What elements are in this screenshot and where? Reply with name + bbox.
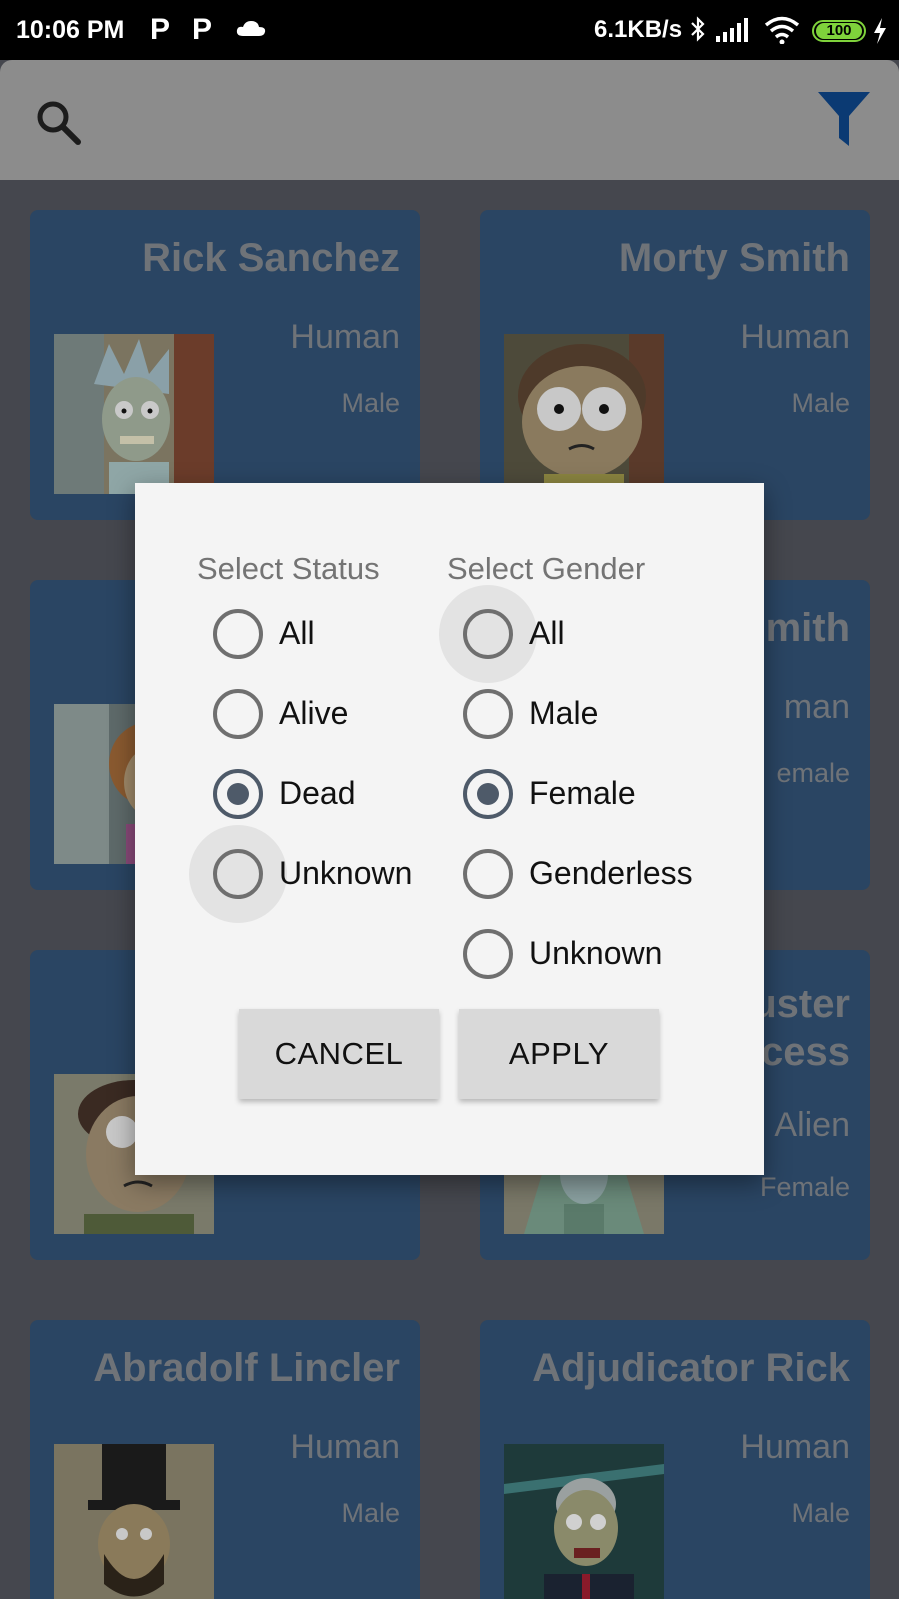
search-icon[interactable] <box>34 98 82 146</box>
radio-button[interactable] <box>213 689 263 739</box>
charging-icon <box>874 18 886 44</box>
cancel-button[interactable]: CANCEL <box>239 1009 439 1099</box>
lincler-portrait <box>54 1444 214 1599</box>
radio-dot <box>477 783 499 805</box>
morty-portrait <box>504 334 664 494</box>
wifi-icon <box>764 16 800 44</box>
filter-icon[interactable] <box>818 92 870 146</box>
radio-button[interactable] <box>463 689 513 739</box>
gender-title: Select Gender <box>447 551 646 586</box>
gender-option-unknown[interactable]: Unknown <box>463 925 713 985</box>
rick-portrait <box>54 334 214 494</box>
radio-button[interactable] <box>463 609 513 659</box>
character-name: Morty Smith <box>618 236 850 280</box>
radio-label: Female <box>529 775 636 811</box>
radio-label: Unknown <box>279 855 413 891</box>
character-name: Abradolf Lincler <box>93 1346 400 1390</box>
character-gender: emale <box>776 758 850 788</box>
radio-button-checked[interactable] <box>463 769 513 819</box>
status-title: Select Status <box>197 551 380 586</box>
radio-button[interactable] <box>463 849 513 899</box>
status-time: 10:06 PM <box>16 16 125 44</box>
character-species: man <box>783 688 850 726</box>
gender-option-all[interactable]: All <box>439 585 713 683</box>
character-species: Human <box>290 318 400 356</box>
radio-label: All <box>279 615 315 651</box>
character-card[interactable]: Morty Smith Human Male <box>480 210 870 520</box>
status-option-unknown[interactable]: Unknown <box>189 825 463 923</box>
battery-icon: 100 <box>812 20 866 42</box>
bluetooth-icon <box>691 16 705 42</box>
radio-label: Male <box>529 695 599 731</box>
character-name: Adjudicator Rick <box>532 1346 850 1390</box>
character-gender: Male <box>341 388 400 418</box>
character-gender: Male <box>791 388 850 418</box>
radio-button[interactable] <box>213 849 263 899</box>
radio-label: Dead <box>279 775 356 811</box>
parking-notification-icon: P <box>192 13 213 46</box>
status-option-all[interactable]: All <box>213 605 463 665</box>
status-bar: 10:06 PM P P 6.1KB/s 100 <box>0 0 899 60</box>
character-name: Rick Sanchez <box>142 236 400 280</box>
radio-label: Unknown <box>529 935 663 971</box>
apply-button[interactable]: APPLY <box>459 1009 659 1099</box>
character-species: Human <box>740 318 850 356</box>
parking-notification-icon: P <box>150 13 171 46</box>
signal-icon <box>716 18 748 42</box>
character-species: Human <box>740 1428 850 1466</box>
radio-button-checked[interactable] <box>213 769 263 819</box>
network-speed: 6.1KB/s <box>594 16 683 43</box>
character-gender: Male <box>341 1498 400 1528</box>
character-species: Human <box>290 1428 400 1466</box>
app-bar <box>0 60 899 180</box>
radio-dot <box>227 783 249 805</box>
character-card[interactable]: Abradolf Lincler Human Male <box>30 1320 420 1599</box>
gender-option-genderless[interactable]: Genderless <box>463 845 713 905</box>
status-option-dead[interactable]: Dead <box>213 765 463 825</box>
radio-label: Genderless <box>529 855 693 891</box>
radio-button[interactable] <box>213 609 263 659</box>
character-card[interactable]: Adjudicator Rick Human Male <box>480 1320 870 1599</box>
gender-option-male[interactable]: Male <box>463 685 713 745</box>
character-card[interactable]: Rick Sanchez Human Male <box>30 210 420 520</box>
character-name: mith <box>765 606 850 650</box>
character-gender: Male <box>791 1498 850 1528</box>
character-species: Alien <box>774 1106 850 1144</box>
radio-label: Alive <box>279 695 349 731</box>
gender-option-female[interactable]: Female <box>463 765 713 825</box>
battery-level: 100 <box>816 23 862 39</box>
adjudicator-portrait <box>504 1444 664 1599</box>
radio-label: All <box>529 615 565 651</box>
cloud-icon <box>236 21 266 36</box>
radio-button[interactable] <box>463 929 513 979</box>
filter-dialog: Select Status Select Gender All Alive De… <box>135 483 764 1175</box>
character-gender: Female <box>759 1172 850 1202</box>
status-option-alive[interactable]: Alive <box>213 685 463 745</box>
